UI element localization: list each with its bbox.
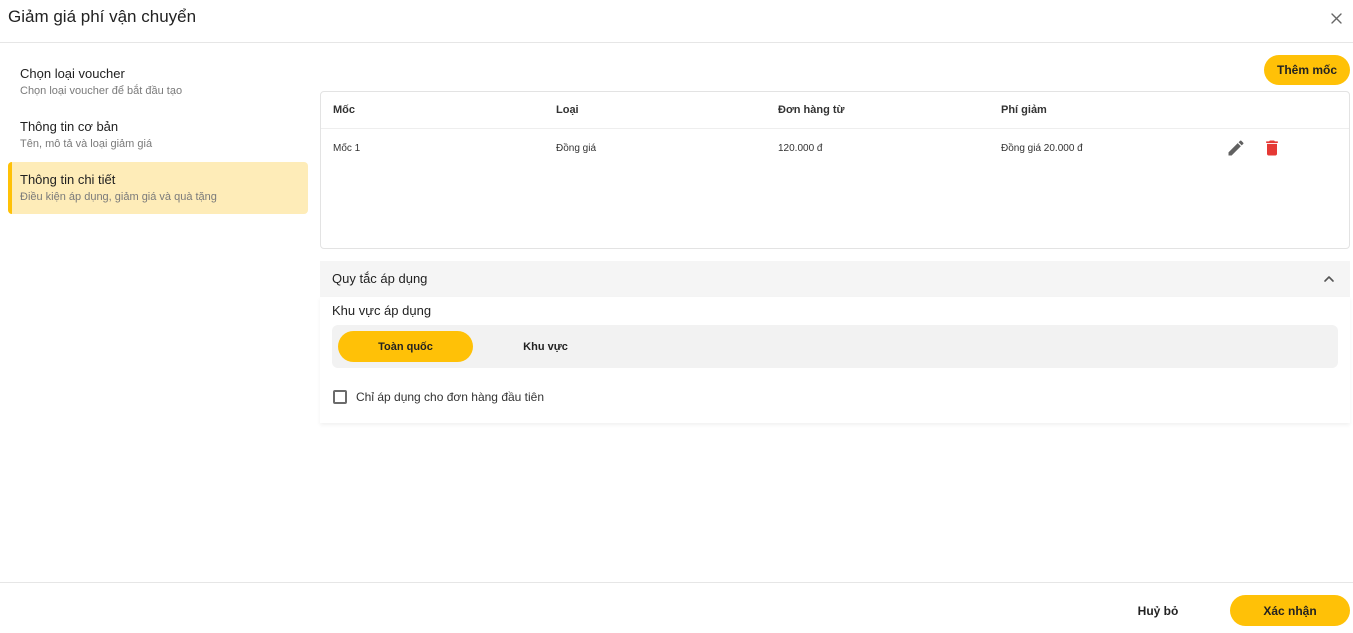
milestone-table: Mốc Loại Đơn hàng từ Phí giảm Mốc 1 Đồng… [320, 91, 1350, 249]
trash-icon [1266, 140, 1278, 156]
cell-discount: Đồng giá 20.000 đ [1001, 143, 1083, 154]
column-header-discount: Phí giảm [1001, 104, 1047, 116]
step-basic-info[interactable]: Thông tin cơ bản Tên, mô tả và loại giảm… [8, 109, 308, 161]
step-title: Chọn loại voucher [20, 66, 125, 81]
column-header-milestone: Mốc [333, 104, 355, 116]
step-subtitle: Điều kiện áp dụng, giảm giá và quà tặng [20, 191, 217, 203]
step-detail-info[interactable]: Thông tin chi tiết Điều kiện áp dụng, gi… [8, 162, 308, 214]
area-segmented-control: Toàn quốc Khu vực [332, 325, 1338, 368]
rules-accordion-header[interactable]: Quy tắc áp dụng [320, 261, 1350, 297]
confirm-button[interactable]: Xác nhận [1230, 595, 1350, 626]
column-header-type: Loại [556, 104, 579, 116]
close-button[interactable] [1326, 8, 1346, 28]
dialog-footer: Huỷ bỏ Xác nhận [0, 582, 1353, 633]
table-row: Mốc 1 Đồng giá 120.000 đ Đồng giá 20.000… [321, 129, 1349, 169]
dialog-header: Giảm giá phí vận chuyển [0, 0, 1353, 43]
checkbox-box[interactable] [333, 390, 347, 404]
step-subtitle: Chọn loại voucher để bắt đầu tạo [20, 85, 183, 97]
step-choose-voucher-type[interactable]: Chọn loại voucher Chọn loại voucher để b… [8, 56, 308, 108]
cell-milestone: Mốc 1 [333, 143, 361, 154]
cell-type: Đồng giá [556, 143, 597, 154]
rules-title: Quy tắc áp dụng [332, 271, 428, 286]
area-option-nationwide[interactable]: Toàn quốc [338, 331, 473, 362]
add-milestone-button[interactable]: Thêm mốc [1264, 55, 1350, 85]
area-label: Khu vực áp dụng [332, 303, 432, 318]
step-list: Chọn loại voucher Chọn loại voucher để b… [8, 56, 308, 215]
close-icon [1330, 12, 1342, 24]
first-order-only-checkbox[interactable]: Chỉ áp dụng cho đơn hàng đầu tiên [333, 389, 544, 405]
pencil-icon [1228, 140, 1244, 156]
chevron-up-icon [1324, 276, 1334, 282]
first-order-only-label: Chỉ áp dụng cho đơn hàng đầu tiên [356, 390, 545, 404]
table-header: Mốc Loại Đơn hàng từ Phí giảm [321, 92, 1349, 129]
edit-milestone-button[interactable] [1226, 138, 1246, 158]
delete-milestone-button[interactable] [1262, 138, 1282, 158]
cell-order-from: 120.000 đ [778, 143, 823, 154]
column-header-order-from: Đơn hàng từ [778, 104, 845, 116]
cancel-button[interactable]: Huỷ bỏ [1115, 596, 1201, 626]
area-option-region[interactable]: Khu vực [478, 331, 613, 362]
step-subtitle: Tên, mô tả và loại giảm giá [20, 138, 153, 150]
step-title: Thông tin chi tiết [20, 172, 116, 187]
step-title: Thông tin cơ bản [20, 119, 119, 134]
dialog-title: Giảm giá phí vận chuyển [8, 7, 197, 26]
rules-panel: Khu vực áp dụng Toàn quốc Khu vực Chỉ áp… [320, 297, 1350, 423]
